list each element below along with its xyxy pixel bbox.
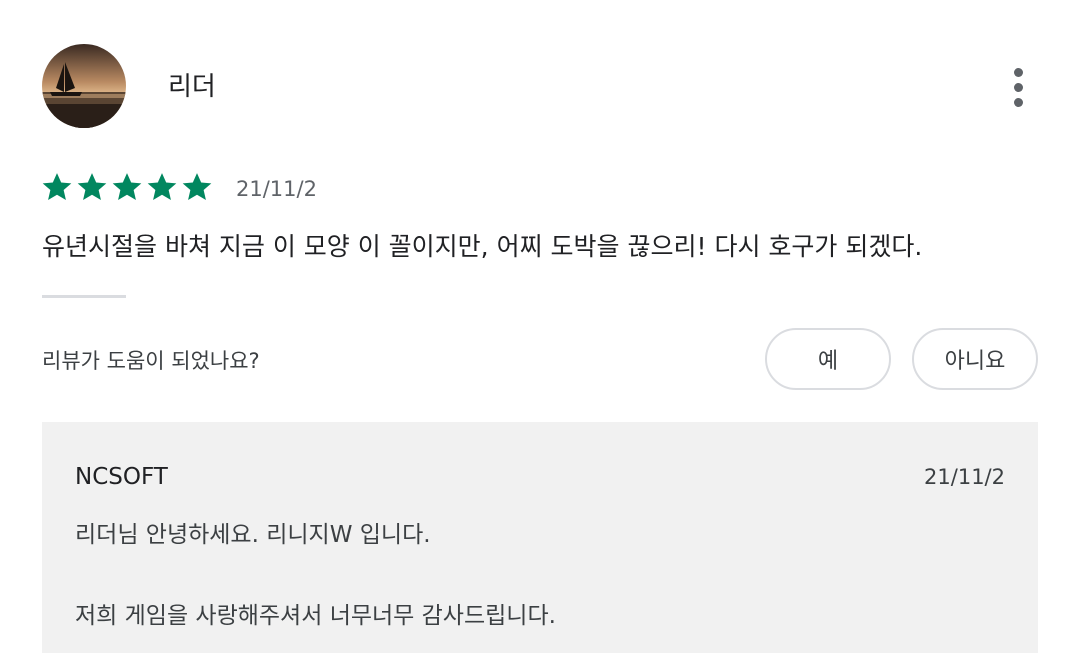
- star-icon: [42, 173, 72, 200]
- more-vert-icon: [1013, 67, 1023, 77]
- divider: [42, 295, 126, 298]
- star-rating: [40, 170, 214, 204]
- more-options-button[interactable]: [998, 62, 1038, 112]
- review-body-text: 유년시절을 바쳐 지금 이 모양 이 꼴이지만, 어찌 도박을 끊으리! 다시 …: [42, 232, 923, 261]
- more-vert-icon-dot: [1013, 82, 1023, 92]
- sunset-silhouette-avatar-icon: [42, 44, 126, 128]
- developer-reply-date: 21/11/2: [924, 465, 1005, 489]
- review-date: 21/11/2: [236, 177, 317, 201]
- developer-reply: NCSOFT 21/11/2 리더님 안녕하세요. 리니지W 입니다. 저희 게…: [42, 422, 1038, 653]
- developer-name: NCSOFT: [75, 464, 168, 490]
- helpful-question: 리뷰가 도움이 되었나요?: [42, 349, 260, 373]
- star-icon: [77, 173, 107, 200]
- review-card: 리더 21/11/2 유년시절을 바쳐 지금 이 모양 이 꼴이지만, 어찌 도…: [0, 0, 1080, 653]
- developer-reply-line: 리더님 안녕하세요. 리니지W 입니다.: [75, 522, 431, 548]
- star-icon: [147, 173, 177, 200]
- star-icon: [182, 173, 212, 200]
- more-vert-icon-dot: [1013, 97, 1023, 107]
- user-avatar: [42, 44, 126, 128]
- helpful-no-button[interactable]: 아니요: [912, 328, 1038, 390]
- developer-reply-line: 저희 게임을 사랑해주셔서 너무너무 감사드립니다.: [75, 603, 556, 629]
- review-author-name: 리더: [168, 72, 216, 102]
- helpful-yes-button[interactable]: 예: [765, 328, 891, 390]
- star-icon: [112, 173, 142, 200]
